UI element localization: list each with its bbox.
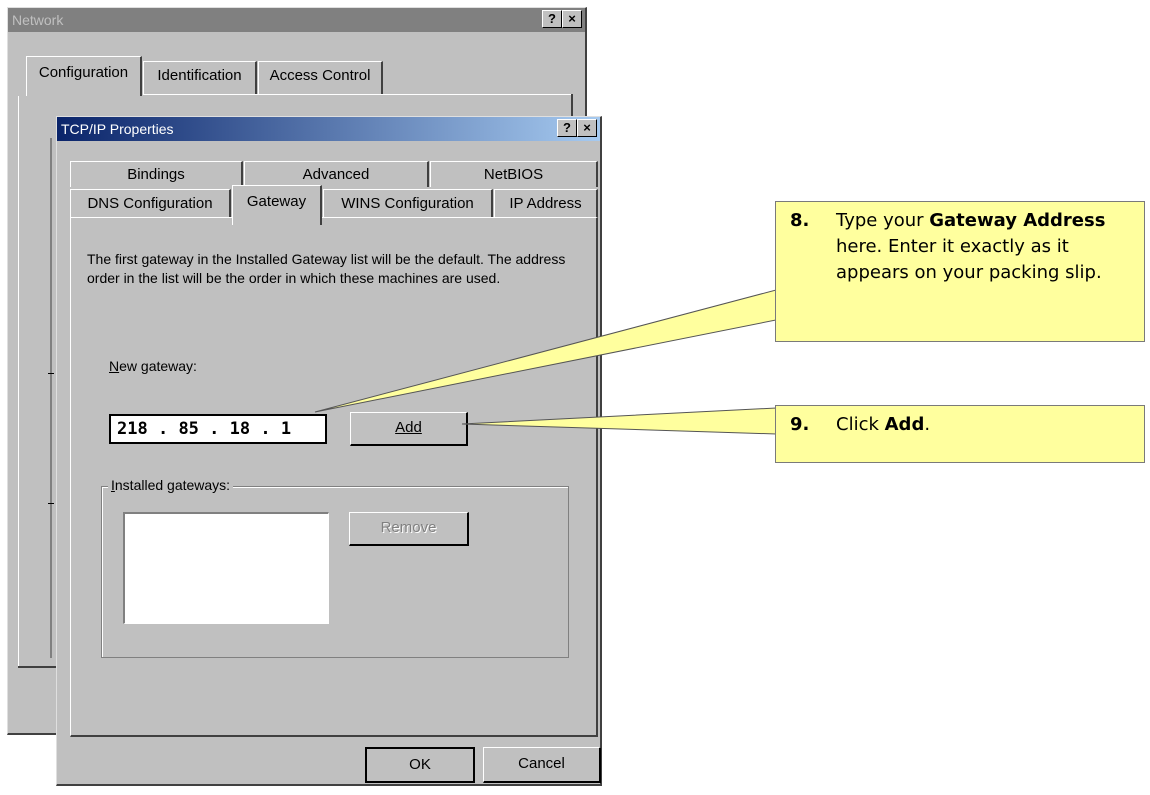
tab-dns-label: DNS Configuration <box>87 195 213 212</box>
octet-dot: . <box>147 419 179 439</box>
help-icon[interactable]: ? <box>542 10 562 28</box>
cancel-button[interactable]: Cancel <box>483 747 601 783</box>
new-gateway-label-rest: ew gateway: <box>119 358 197 374</box>
network-divider <box>48 373 54 374</box>
cancel-button-label: Cancel <box>518 755 565 772</box>
network-divider <box>48 503 54 504</box>
tcpip-title-buttons: ? × <box>557 119 597 137</box>
callout-8-pre: Type your <box>836 210 930 231</box>
tab-configuration-label: Configuration <box>38 64 129 81</box>
tab-bindings[interactable]: Bindings <box>70 161 243 187</box>
octet-4[interactable]: 1 <box>281 419 291 439</box>
installed-gateways-group: Installed gateways: Remove <box>101 477 569 658</box>
callout-9-pre: Click <box>836 414 885 435</box>
tab-advanced-label: Advanced <box>302 166 370 183</box>
octet-2[interactable]: 85 <box>178 419 198 439</box>
new-gateway-label: New gateway: <box>109 358 197 374</box>
octet-dot: . <box>198 419 230 439</box>
gateway-description: The first gateway in the Installed Gatew… <box>87 251 566 286</box>
add-button-label: Add <box>395 419 422 436</box>
network-panel-top <box>143 94 573 95</box>
callout-9-bold: Add <box>884 414 925 435</box>
network-titlebar: Network ? × <box>8 8 585 32</box>
octet-dot: . <box>250 419 281 439</box>
network-title: Network <box>12 12 64 28</box>
tab-access-control-label: Access Control <box>269 67 371 84</box>
gateway-address-field[interactable]: 218 . 85 . 18 . 1 <box>109 414 327 444</box>
callout-8-post: here. Enter it exactly as it appears on … <box>836 236 1102 283</box>
callout-8-text: Type your Gateway Address here. Enter it… <box>836 208 1136 286</box>
tcpip-titlebar: TCP/IP Properties ? × <box>57 117 600 141</box>
octet-3[interactable]: 18 <box>230 419 250 439</box>
tab-wins-configuration[interactable]: WINS Configuration <box>323 189 493 217</box>
tab-identification-label: Identification <box>157 67 242 84</box>
tcpip-window: TCP/IP Properties ? × Bindings Advanced … <box>56 116 602 786</box>
callout-step-8: 8. Type your Gateway Address here. Enter… <box>775 201 1145 342</box>
network-panel-left <box>18 96 19 666</box>
tab-wins-label: WINS Configuration <box>341 195 474 212</box>
remove-button[interactable]: Remove <box>349 512 469 546</box>
close-icon[interactable]: × <box>562 10 582 28</box>
tab-netbios-label: NetBIOS <box>483 166 544 183</box>
network-title-buttons: ? × <box>542 10 582 28</box>
remove-button-label: Remove <box>380 519 437 536</box>
ok-button-label: OK <box>409 756 431 773</box>
add-button[interactable]: Add <box>350 412 468 446</box>
tcpip-title: TCP/IP Properties <box>61 121 174 137</box>
tab-gateway[interactable]: Gateway <box>232 185 322 225</box>
installed-gateways-label: Installed gateways: <box>108 477 234 493</box>
installed-gateways-list[interactable] <box>123 512 329 624</box>
network-list-edge <box>50 138 52 658</box>
help-icon[interactable]: ? <box>557 119 577 137</box>
tab-configuration[interactable]: Configuration <box>26 56 142 96</box>
tab-gateway-label: Gateway <box>246 193 307 210</box>
callout-9-text: Click Add. <box>836 412 1136 438</box>
installed-label-rest: nstalled gateways: <box>114 477 231 493</box>
gateway-panel: The first gateway in the Installed Gatew… <box>70 217 598 737</box>
ok-button[interactable]: OK <box>365 747 475 783</box>
tab-bindings-label: Bindings <box>127 166 185 183</box>
tab-ip-address[interactable]: IP Address <box>494 189 598 217</box>
tab-ip-label: IP Address <box>509 195 582 212</box>
new-gateway-underline: N <box>109 358 120 374</box>
tab-access-control[interactable]: Access Control <box>258 61 383 95</box>
close-icon[interactable]: × <box>577 119 597 137</box>
tab-dns-configuration[interactable]: DNS Configuration <box>70 189 231 217</box>
callout-step-9: 9. Click Add. <box>775 405 1145 463</box>
tab-identification[interactable]: Identification <box>143 61 257 95</box>
callout-9-post: . <box>924 414 931 435</box>
callout-8-bold: Gateway Address <box>929 210 1106 231</box>
tab-netbios[interactable]: NetBIOS <box>430 161 598 187</box>
callout-8-number: 8. <box>790 210 810 231</box>
tab-advanced[interactable]: Advanced <box>244 161 429 187</box>
octet-1[interactable]: 218 <box>117 419 148 439</box>
callout-9-number: 9. <box>790 414 810 435</box>
